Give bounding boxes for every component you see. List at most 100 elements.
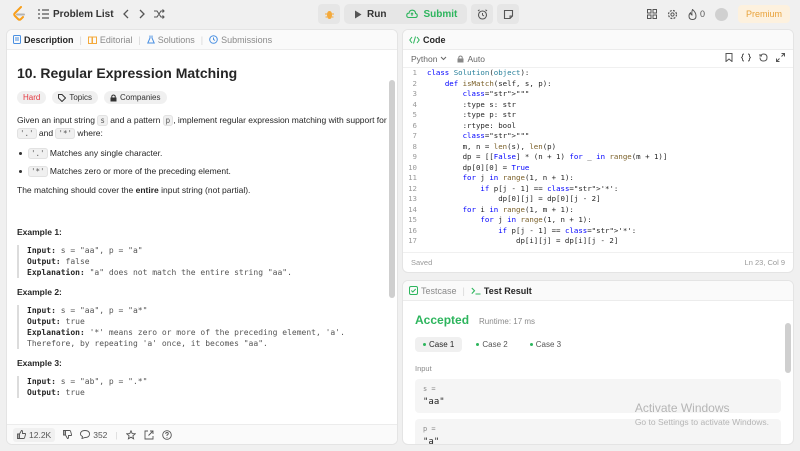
- code-line[interactable]: 17 dp[i][j] = dp[i][j - 2]: [403, 236, 793, 247]
- random-problem-button[interactable]: [153, 5, 165, 23]
- chevron-left-icon: [122, 9, 129, 19]
- code-line[interactable]: 15 for j in range(1, n + 1):: [403, 215, 793, 226]
- example-title: Example 2:: [17, 287, 62, 297]
- windows-activation-watermark: Activate Windows Go to Settings to activ…: [634, 401, 769, 427]
- code-line[interactable]: 2 def isMatch(self, s, p):: [403, 79, 793, 90]
- code-line[interactable]: 11 for j in range(1, n + 1):: [403, 173, 793, 184]
- result-scrollbar[interactable]: [785, 323, 791, 373]
- code-line[interactable]: 9 dp = [[False] * (n + 1) for _ in range…: [403, 152, 793, 163]
- code-line[interactable]: 3 class="str">""": [403, 89, 793, 100]
- run-label: Run: [367, 8, 387, 20]
- code-line[interactable]: 13 dp[0][j] = dp[0][j - 2]: [403, 194, 793, 205]
- code-line[interactable]: 10 dp[0][0] = True: [403, 163, 793, 174]
- problem-description: 10. Regular Expression Matching Hard Top…: [7, 50, 397, 426]
- bookmark-icon[interactable]: [725, 53, 733, 62]
- code-line[interactable]: 5 :type p: str: [403, 110, 793, 121]
- code-text: :type p: str: [427, 110, 516, 119]
- premium-button[interactable]: Premium: [737, 5, 790, 23]
- list-item: '*' Matches zero or more of the precedin…: [17, 166, 387, 177]
- line-number: 2: [412, 78, 417, 88]
- layout-grid-icon[interactable]: [646, 9, 657, 19]
- star-icon[interactable]: [125, 429, 136, 440]
- run-button[interactable]: Run: [344, 4, 396, 24]
- example-block: Input: s = "ab", p = ".*" Output: true: [17, 376, 387, 398]
- code-text: for j in range(1, n + 1):: [462, 173, 574, 182]
- editor-status-bar: Saved Ln 23, Col 9: [403, 252, 793, 272]
- problem-title[interactable]: 10. Regular Expression Matching: [17, 65, 387, 81]
- avatar[interactable]: [714, 7, 728, 21]
- description-panel: Description | Editorial | Solutions | Su…: [6, 29, 398, 445]
- format-code-icon[interactable]: [741, 53, 751, 62]
- comments-button[interactable]: 352: [80, 430, 107, 440]
- lock-icon: [110, 94, 117, 101]
- document-icon: [13, 35, 21, 44]
- tab-test-result[interactable]: Test Result: [471, 286, 532, 296]
- code-line[interactable]: 7 class="str">""": [403, 131, 793, 142]
- topics-tag[interactable]: Topics: [52, 91, 99, 104]
- language-select[interactable]: Python: [411, 54, 447, 64]
- code-text: for j in range(1, n + 1):: [480, 215, 592, 224]
- cursor-position: Ln 23, Col 9: [744, 258, 785, 267]
- line-number: 16: [408, 225, 417, 235]
- code-line[interactable]: 6 :rtype: bool: [403, 121, 793, 132]
- code-editor[interactable]: 1 class Solution(object): 2 def isMatch(se…: [403, 68, 793, 258]
- runtime-label: Runtime: 17 ms: [479, 317, 536, 326]
- case-tab-2[interactable]: Case 2: [468, 337, 515, 352]
- tab-testcase[interactable]: Testcase: [409, 286, 457, 296]
- bug-icon: [324, 10, 334, 19]
- case-tabs: Case 1 Case 2 Case 3: [415, 337, 781, 352]
- code-tabs: Code: [403, 30, 793, 50]
- gear-icon[interactable]: [667, 9, 678, 20]
- input-label: Input: [415, 364, 432, 373]
- problem-list-button[interactable]: Problem List: [38, 5, 114, 23]
- code-line[interactable]: 1 class Solution(object):: [403, 68, 793, 79]
- submit-label: Submit: [423, 8, 458, 20]
- line-number: 11: [408, 173, 417, 182]
- fire-icon: [688, 8, 697, 20]
- points-counter[interactable]: 0: [688, 8, 705, 20]
- auto-mode-toggle[interactable]: Auto: [457, 54, 485, 64]
- notes-button[interactable]: [497, 4, 520, 24]
- example-title: Example 3:: [17, 358, 62, 368]
- code-text: for i in range(1, m + 1):: [462, 204, 574, 214]
- code-text: class="str">""": [462, 89, 530, 98]
- submit-button[interactable]: Submit: [396, 4, 467, 24]
- leetcode-logo[interactable]: [12, 6, 26, 22]
- code-line[interactable]: 8 m, n = len(s), len(p): [403, 142, 793, 153]
- next-problem-button[interactable]: [138, 5, 146, 23]
- tab-solutions[interactable]: Solutions: [146, 35, 195, 45]
- case-tab-1[interactable]: Case 1: [415, 337, 463, 352]
- description-tabs: Description | Editorial | Solutions | Su…: [7, 30, 397, 50]
- tab-submissions[interactable]: Submissions: [209, 35, 272, 45]
- code-toolbar: Python Auto: [403, 50, 793, 68]
- like-button[interactable]: 12.2K: [13, 427, 56, 442]
- alarm-clock-icon: [477, 8, 488, 20]
- tab-code[interactable]: Code: [409, 35, 446, 45]
- code-line[interactable]: 14 for i in range(1, m + 1):: [403, 205, 793, 216]
- expand-icon[interactable]: [776, 53, 785, 62]
- code-line[interactable]: 16 if p[j - 1] == class="str">'*':: [403, 226, 793, 237]
- code-text: class Solution(object):: [427, 68, 530, 77]
- code-line[interactable]: 4 :type s: str: [403, 100, 793, 111]
- case-tab-3[interactable]: Case 3: [522, 337, 569, 352]
- code-line[interactable]: 12 if p[j - 1] == class="str">'*':: [403, 184, 793, 195]
- chevron-down-icon: [441, 56, 447, 61]
- chevron-right-icon: [139, 9, 145, 19]
- tab-description[interactable]: Description: [13, 35, 74, 45]
- help-icon[interactable]: [161, 429, 172, 440]
- prev-problem-button[interactable]: [122, 5, 130, 23]
- code-panel: Code Python Auto 1 class Solution(object)…: [402, 29, 794, 273]
- thumbs-down-icon[interactable]: [63, 430, 73, 439]
- tab-editorial[interactable]: Editorial: [87, 35, 132, 45]
- code-text: class="str">""": [462, 131, 530, 140]
- reset-icon[interactable]: [759, 53, 768, 62]
- line-number: 5: [412, 110, 417, 119]
- share-icon[interactable]: [144, 430, 154, 440]
- list-icon: [38, 9, 49, 19]
- timer-button[interactable]: [471, 4, 494, 24]
- companies-tag[interactable]: Companies: [104, 91, 167, 104]
- history-icon: [209, 35, 218, 44]
- line-number: 3: [412, 89, 417, 98]
- debug-button[interactable]: [318, 4, 340, 24]
- description-scrollbar[interactable]: [389, 80, 395, 298]
